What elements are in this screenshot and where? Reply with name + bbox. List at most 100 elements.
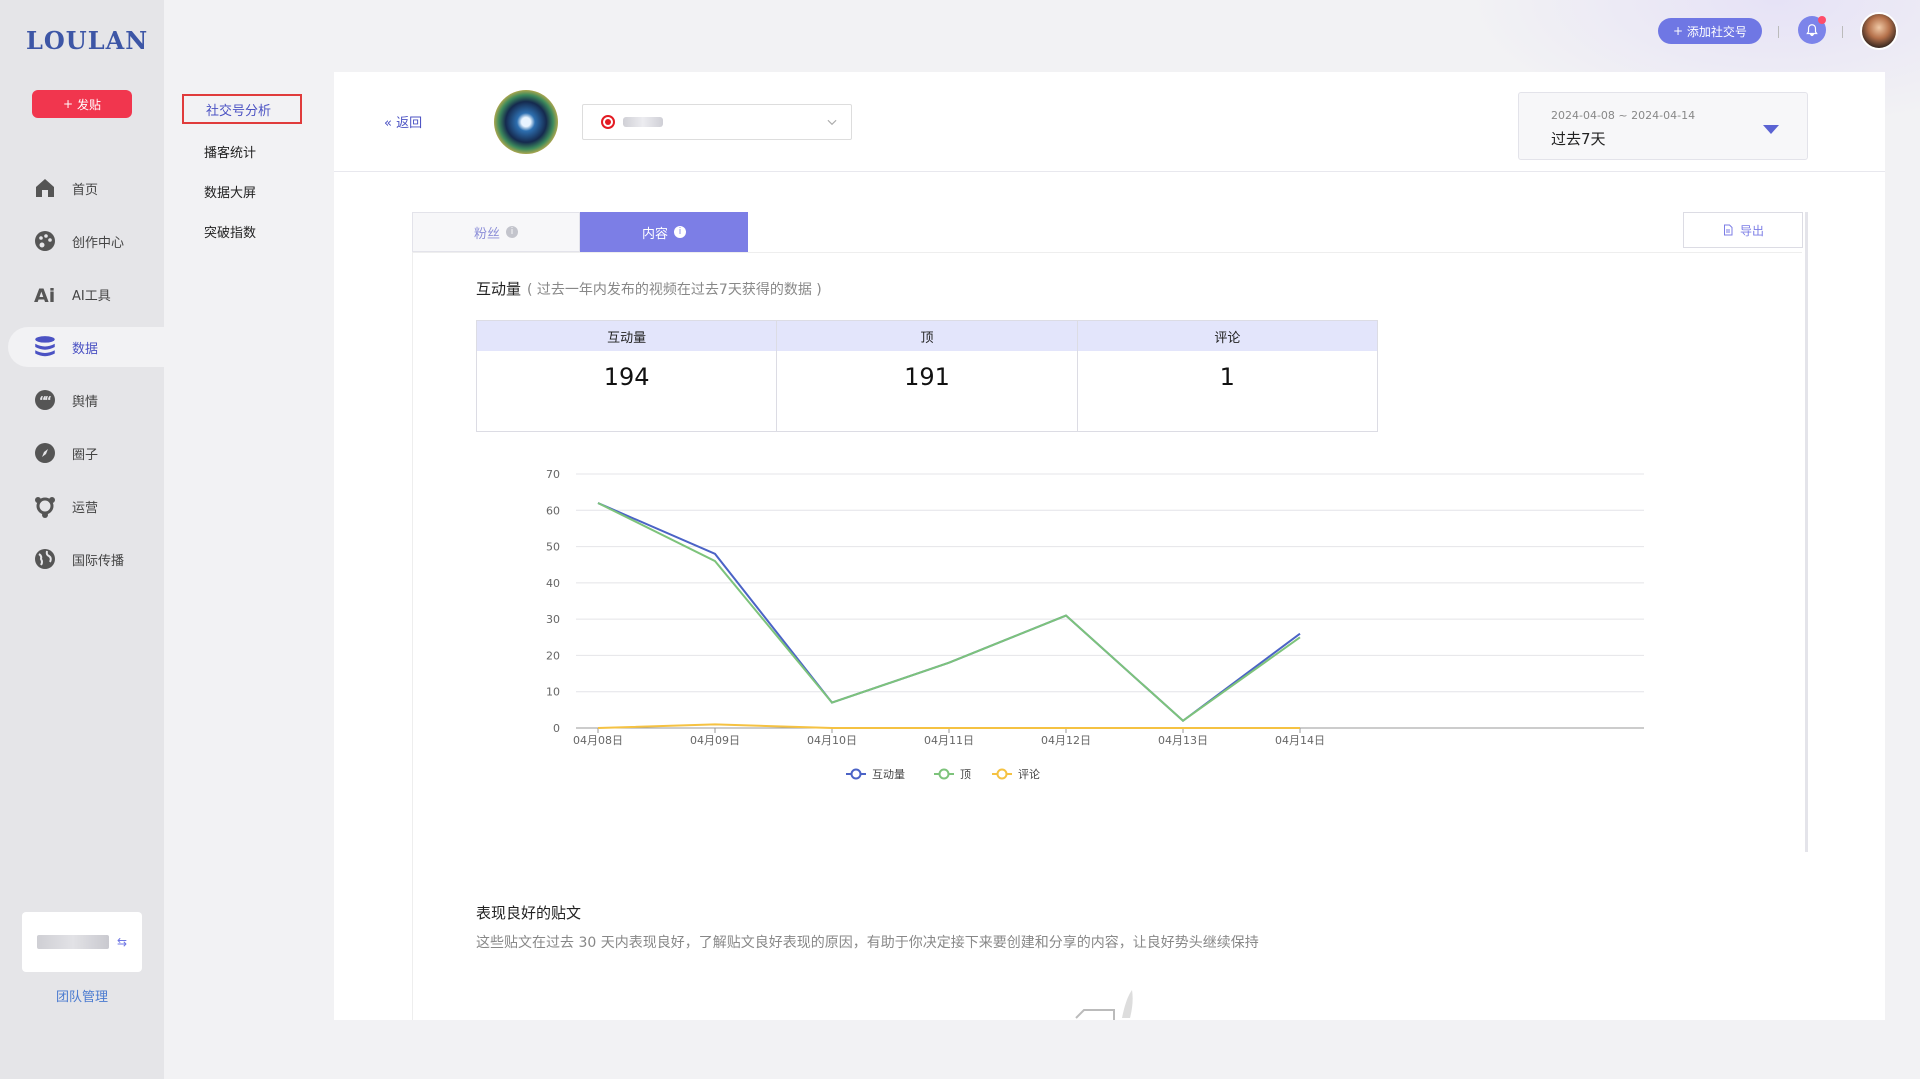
stat-cell: 顶 191	[777, 321, 1078, 431]
submenu-breakthrough-index[interactable]: 突破指数	[204, 222, 256, 241]
y-tick-label: 30	[546, 613, 560, 626]
section-title-text: 互动量	[476, 280, 522, 298]
nav-item-sentiment[interactable]: ““ 舆情	[8, 380, 164, 420]
section-note: ( 过去一年内发布的视频在过去7天获得的数据 )	[527, 282, 822, 298]
team-name-blurred	[36, 935, 109, 949]
section-title: 互动量 ( 过去一年内发布的视频在过去7天获得的数据 )	[476, 278, 822, 299]
nav-label: 圈子	[72, 447, 99, 463]
nav-item-ai-tools[interactable]: Ai AI工具	[8, 274, 164, 314]
stat-cell: 评论 1	[1077, 321, 1377, 431]
account-avatar	[494, 90, 558, 154]
chevron-down-icon	[827, 119, 837, 126]
account-select[interactable]	[582, 104, 852, 140]
add-social-button[interactable]: + 添加社交号	[1658, 18, 1762, 44]
nav-item-circle[interactable]: 圈子	[8, 433, 164, 473]
nav-label: 运营	[72, 500, 99, 516]
divider	[1842, 26, 1843, 38]
good-posts-description: 这些贴文在过去 30 天内表现良好，了解贴文良好表现的原因，有助于你决定接下来要…	[476, 935, 1259, 951]
team-management-link[interactable]: 团队管理	[0, 986, 164, 1005]
tab-label: 内容	[641, 226, 668, 242]
double-chevron-left-icon: «	[384, 116, 392, 131]
add-social-label: 添加社交号	[1686, 24, 1747, 39]
x-tick-label: 04月14日	[1275, 734, 1325, 747]
tab-content[interactable]: 内容 i	[580, 212, 748, 252]
date-range-text: 2024-04-08 ~ 2024-04-14	[1551, 109, 1696, 122]
nav-item-data[interactable]: 数据	[8, 327, 164, 367]
x-tick-label: 04月13日	[1158, 734, 1208, 747]
team-card[interactable]: ⇆	[22, 912, 142, 972]
logo: LOULAN	[26, 26, 149, 55]
notification-badge	[1818, 16, 1826, 24]
back-link[interactable]: « 返回	[384, 112, 422, 131]
info-icon: i	[674, 226, 686, 238]
legend-label: 互动量	[872, 768, 905, 781]
stat-label: 评论	[1077, 321, 1377, 351]
back-label: 返回	[396, 116, 423, 131]
svg-text:Ai: Ai	[34, 285, 55, 306]
y-tick-label: 20	[546, 649, 560, 662]
info-icon: i	[506, 226, 518, 238]
series-line	[597, 723, 1300, 729]
sidebar: LOULAN + 发贴 首页 创作中心 Ai AI工具 数据 ““ 舆情 圈子 …	[0, 0, 164, 1079]
tab-fans[interactable]: 粉丝 i	[412, 212, 580, 252]
submenu-social-analysis[interactable]: 社交号分析	[182, 94, 302, 124]
nav-item-operation[interactable]: 运营	[8, 486, 164, 526]
caret-down-icon	[1763, 125, 1779, 134]
x-tick-label: 04月12日	[1041, 734, 1091, 747]
submenu-podcast-stats[interactable]: 播客统计	[204, 142, 256, 161]
x-tick-label: 04月08日	[573, 734, 623, 747]
post-button[interactable]: + 发贴	[32, 90, 132, 118]
stat-value: 1	[1219, 363, 1235, 391]
switch-icon[interactable]: ⇆	[117, 935, 127, 949]
legend-label: 顶	[960, 768, 971, 781]
post-button-label: 发贴	[77, 97, 102, 112]
y-tick-label: 40	[546, 577, 560, 590]
x-tick-label: 04月10日	[807, 734, 857, 747]
interaction-chart: 0 10 20 30 40 50 60 70 04月08日 04月09日 04月10日 04月11日 0…	[476, 466, 1646, 846]
home-icon	[30, 173, 60, 203]
legend-marker	[938, 768, 950, 780]
legend-label: 评论	[1018, 767, 1040, 781]
y-tick-label: 70	[546, 468, 560, 481]
stat-value: 194	[603, 363, 650, 391]
date-range-picker[interactable]: 2024-04-08 ~ 2024-04-14 过去7天	[1518, 92, 1808, 160]
nav-item-home[interactable]: 首页	[8, 168, 164, 208]
quote-icon: ““	[30, 385, 60, 415]
plus-icon: +	[62, 97, 74, 111]
export-label: 导出	[1739, 223, 1764, 238]
account-header: « 返回 2024-04-08 ~ 2024-04-14 过去7天	[334, 72, 1885, 172]
stat-value: 191	[904, 363, 950, 391]
user-avatar[interactable]	[1860, 12, 1898, 50]
submenu-data-screen[interactable]: 数据大屏	[204, 182, 256, 201]
network-icon	[30, 491, 60, 521]
notification-button[interactable]	[1798, 16, 1826, 44]
submenu: 社交号分析 播客统计 数据大屏 突破指数	[164, 0, 334, 1079]
nav-label: 数据	[72, 341, 99, 357]
compass-icon	[30, 438, 60, 468]
main-panel: « 返回 2024-04-08 ~ 2024-04-14 过去7天 粉丝 i 内…	[334, 72, 1885, 1020]
line-chart: 0 10 20 30 40 50 60 70 04月08日 04月09日 04月10日 04月11日 0…	[546, 468, 1644, 781]
account-name-blurred	[623, 117, 663, 127]
nav-label: 创作中心	[72, 235, 125, 251]
export-button[interactable]: 导出	[1683, 212, 1803, 248]
nav-item-international[interactable]: 国际传播	[8, 539, 164, 579]
database-icon	[30, 332, 60, 362]
plus-icon: +	[1673, 24, 1687, 38]
nav-label: 舆情	[72, 394, 99, 410]
x-tick-label: 04月11日	[924, 734, 974, 747]
bell-icon	[1806, 24, 1818, 37]
vertical-scrollbar[interactable]	[1805, 212, 1808, 852]
svg-text:“: “	[44, 394, 52, 408]
divider	[1778, 26, 1779, 38]
good-posts-title: 表现良好的贴文	[476, 904, 582, 922]
series-line	[597, 502, 1301, 723]
legend-marker	[850, 768, 862, 780]
y-tick-label: 60	[546, 504, 560, 517]
nav-item-creation[interactable]: 创作中心	[8, 221, 164, 261]
empty-state-illustration	[1075, 990, 1133, 1020]
ai-icon: Ai	[30, 279, 60, 309]
series-line	[597, 502, 1301, 723]
tab-divider	[412, 252, 1802, 253]
legend-marker	[996, 768, 1008, 780]
document-icon	[1723, 224, 1733, 236]
